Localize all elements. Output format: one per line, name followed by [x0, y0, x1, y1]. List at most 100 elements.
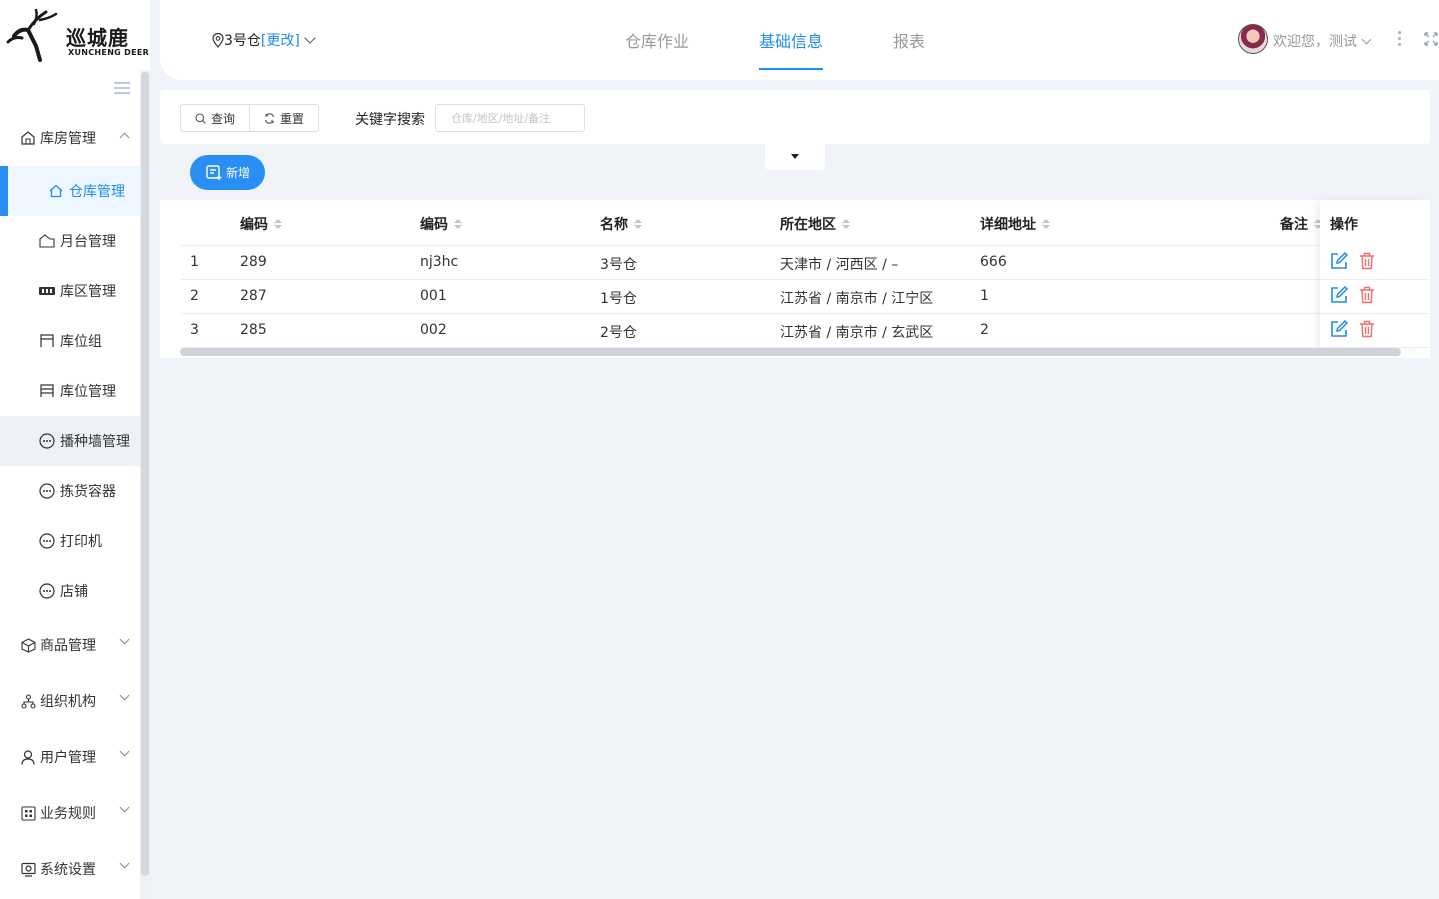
sort-icon[interactable]: [1042, 219, 1050, 229]
sidebar-scrollbar-thumb[interactable]: [141, 72, 149, 876]
user-icon: [20, 749, 36, 765]
sidebar-item-warehouse-mgmt[interactable]: 仓库管理: [0, 166, 140, 216]
search-panel-toggle[interactable]: [765, 144, 825, 170]
operations-column: 操作: [1320, 200, 1430, 348]
sidebar: 巡城鹿 XUNCHENG DEER 库房管理 仓库管理 月台管理 库区管理 库位…: [0, 0, 150, 899]
home-icon: [48, 183, 64, 199]
active-tab-indicator: [759, 68, 823, 70]
table-row[interactable]: 3 285 002 2号仓 江苏省 / 南京市 / 玄武区 2: [180, 314, 1430, 348]
menu-collapse-icon[interactable]: [114, 82, 130, 96]
reset-button[interactable]: 重置: [249, 105, 318, 131]
org-tree-icon: [20, 693, 36, 709]
edit-icon[interactable]: [1330, 320, 1348, 338]
logo: 巡城鹿 XUNCHENG DEER: [0, 0, 150, 70]
tab-basic-info[interactable]: 基础信息: [759, 28, 823, 52]
add-button-label: 新增: [226, 166, 251, 180]
table-header: 编码 编码 名称 所在地区 详细地址 备注: [180, 200, 1430, 246]
table-row[interactable]: 2 287 001 1号仓 江苏省 / 南京市 / 江宁区 1: [180, 280, 1430, 314]
cell-name: 2号仓: [600, 325, 637, 341]
chevron-down-icon: [119, 690, 130, 701]
more-circle-icon: [39, 483, 55, 499]
chevron-down-icon: [119, 746, 130, 757]
row-actions: [1320, 280, 1430, 314]
sort-icon[interactable]: [634, 219, 642, 229]
sidebar-item-printer[interactable]: 打印机: [0, 516, 140, 566]
sidebar-item-dock[interactable]: 月台管理: [0, 216, 140, 266]
sidebar-group-rules[interactable]: 业务规则: [0, 793, 140, 833]
box-icon: [20, 637, 36, 653]
keyword-search-label: 关键字搜索: [355, 112, 425, 128]
table-row[interactable]: 1 289 nj3hc 3号仓 天津市 / 河西区 / – 666: [180, 246, 1430, 280]
cell-region: 江苏省 / 南京市 / 玄武区: [780, 325, 934, 341]
avatar[interactable]: [1238, 24, 1268, 54]
sort-icon[interactable]: [842, 219, 850, 229]
more-circle-icon: [39, 583, 55, 599]
search-panel: 查询 重置 关键字搜索: [160, 90, 1430, 144]
column-header-name[interactable]: 名称: [600, 214, 642, 234]
sidebar-group-users[interactable]: 用户管理: [0, 737, 140, 777]
cell-address: 1: [980, 288, 989, 304]
location-pin-icon: [212, 32, 224, 48]
delete-icon[interactable]: [1359, 286, 1375, 304]
column-header-remark[interactable]: 备注: [1280, 214, 1322, 234]
sidebar-group-label: 组织机构: [40, 694, 96, 710]
sidebar-item-store[interactable]: 店铺: [0, 566, 140, 616]
sidebar-item-location-group[interactable]: 库位组: [0, 316, 140, 366]
cell-address: 666: [980, 254, 1007, 270]
delete-icon[interactable]: [1359, 252, 1375, 270]
more-circle-icon: [39, 533, 55, 549]
warehouse-house-icon: [20, 130, 36, 146]
column-header-region[interactable]: 所在地区: [780, 214, 850, 234]
query-label: 查询: [211, 111, 236, 126]
sidebar-item-label: 打印机: [60, 534, 102, 550]
welcome-text: 欢迎您，测试: [1273, 34, 1357, 50]
user-menu[interactable]: 欢迎您，测试: [1273, 31, 1372, 51]
sidebar-group-goods[interactable]: 商品管理: [0, 625, 140, 665]
more-vertical-icon[interactable]: [1398, 31, 1402, 49]
change-warehouse-link[interactable]: [更改]: [261, 30, 300, 50]
edit-icon[interactable]: [1330, 252, 1348, 270]
column-header-code[interactable]: 编码: [420, 214, 462, 234]
chevron-down-icon: [119, 858, 130, 869]
cell-region: 天津市 / 河西区 / –: [780, 257, 899, 273]
sidebar-group-org[interactable]: 组织机构: [0, 681, 140, 721]
chevron-down-icon: [304, 32, 316, 44]
sidebar-item-label: 库位管理: [60, 384, 116, 400]
sidebar-group-system[interactable]: 系统设置: [0, 849, 140, 889]
add-document-icon: [206, 165, 222, 180]
sidebar-group-label: 业务规则: [40, 806, 96, 822]
current-warehouse: 3号仓: [224, 33, 261, 49]
add-button[interactable]: 新增: [190, 155, 265, 190]
sidebar-item-zone[interactable]: 库区管理: [0, 266, 140, 316]
top-header: 3号仓 [更改] 仓库作业 基础信息 报表 欢迎您，测试: [160, 0, 1439, 80]
caret-down-icon: [791, 154, 799, 159]
edit-icon[interactable]: [1330, 286, 1348, 304]
sidebar-item-sowing-wall[interactable]: 播种墙管理: [0, 416, 140, 466]
column-header-operations: 操作: [1330, 217, 1358, 233]
cell-id: 289: [240, 254, 267, 270]
sidebar-item-location[interactable]: 库位管理: [0, 366, 140, 416]
cell-name: 3号仓: [600, 257, 637, 273]
table-horizontal-scrollbar[interactable]: [180, 348, 1401, 356]
sidebar-scrollbar[interactable]: [140, 70, 150, 899]
column-header-id[interactable]: 编码: [240, 214, 282, 234]
chevron-down-icon: [119, 634, 130, 645]
query-button[interactable]: 查询: [181, 105, 249, 131]
tab-warehouse-ops[interactable]: 仓库作业: [625, 28, 689, 52]
delete-icon[interactable]: [1359, 320, 1375, 338]
sidebar-item-label: 库位组: [60, 334, 102, 350]
sidebar-group-warehouse[interactable]: 库房管理: [0, 118, 140, 158]
keyword-search-input[interactable]: [435, 104, 585, 132]
sort-icon[interactable]: [454, 219, 462, 229]
warehouse-selector[interactable]: 3号仓 [更改]: [212, 30, 316, 50]
sort-icon[interactable]: [274, 219, 282, 229]
sidebar-item-picking-container[interactable]: 拣货容器: [0, 466, 140, 516]
sidebar-item-label: 仓库管理: [69, 184, 125, 200]
cell-address: 2: [980, 322, 989, 338]
row-index: 1: [190, 254, 199, 270]
sidebar-group-label: 系统设置: [40, 862, 96, 878]
fullscreen-icon[interactable]: [1424, 32, 1438, 46]
column-header-address[interactable]: 详细地址: [980, 214, 1050, 234]
tab-reports[interactable]: 报表: [893, 28, 925, 52]
row-actions: [1320, 246, 1430, 280]
